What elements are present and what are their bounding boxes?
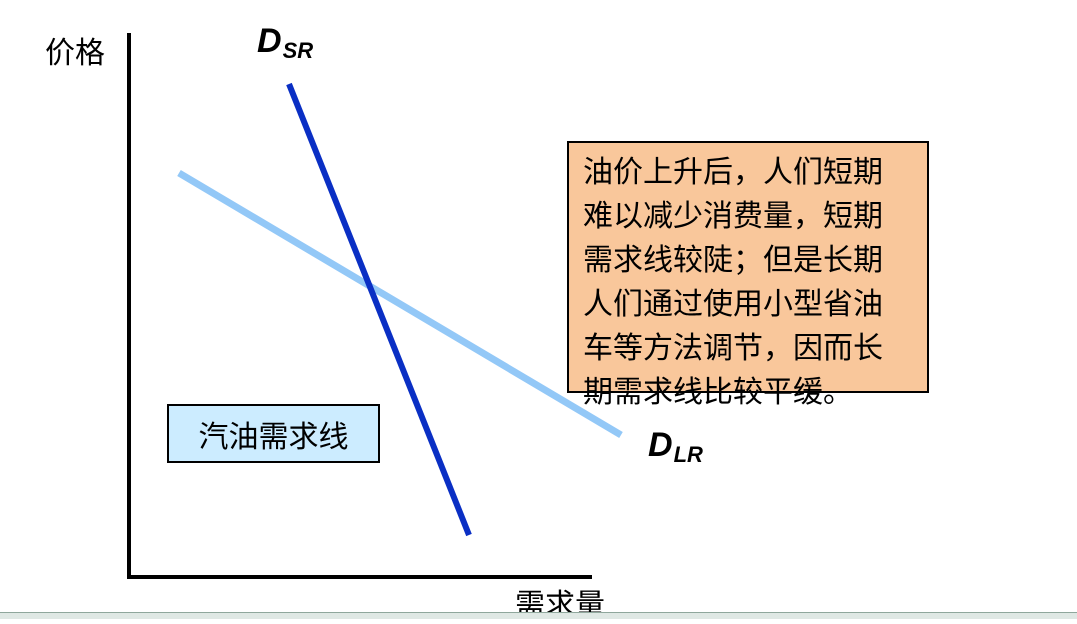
note-line: 期需求线比较平缓。 — [583, 375, 853, 410]
y-axis-label: 价格 — [45, 36, 105, 71]
explanation-note-box: 油价上升后，人们短期 难以减少消费量，短期 需求线较陡；但是长期 人们通过使用小… — [567, 141, 929, 410]
note-line: 难以减少消费量，短期 — [583, 199, 883, 234]
long-run-demand-curve — [177, 169, 623, 439]
note-line: 油价上升后，人们短期 — [583, 155, 883, 190]
short-run-label-main: D — [257, 22, 282, 60]
short-run-label-sub: SR — [282, 38, 314, 63]
gasoline-demand-name-box: 汽油需求线 — [167, 404, 380, 463]
name-box-text: 汽油需求线 — [198, 419, 349, 455]
long-run-demand-label: DLR — [648, 426, 703, 467]
short-run-demand-label: DSR — [257, 22, 314, 63]
note-line: 车等方法调节，因而长 — [583, 331, 883, 366]
long-run-label-sub: LR — [673, 442, 703, 467]
note-line: 人们通过使用小型省油 — [583, 287, 883, 322]
bottom-strip — [0, 612, 1077, 619]
short-run-demand-curve — [286, 82, 472, 537]
long-run-label-main: D — [648, 426, 673, 464]
note-line: 需求线较陡；但是长期 — [583, 243, 883, 278]
